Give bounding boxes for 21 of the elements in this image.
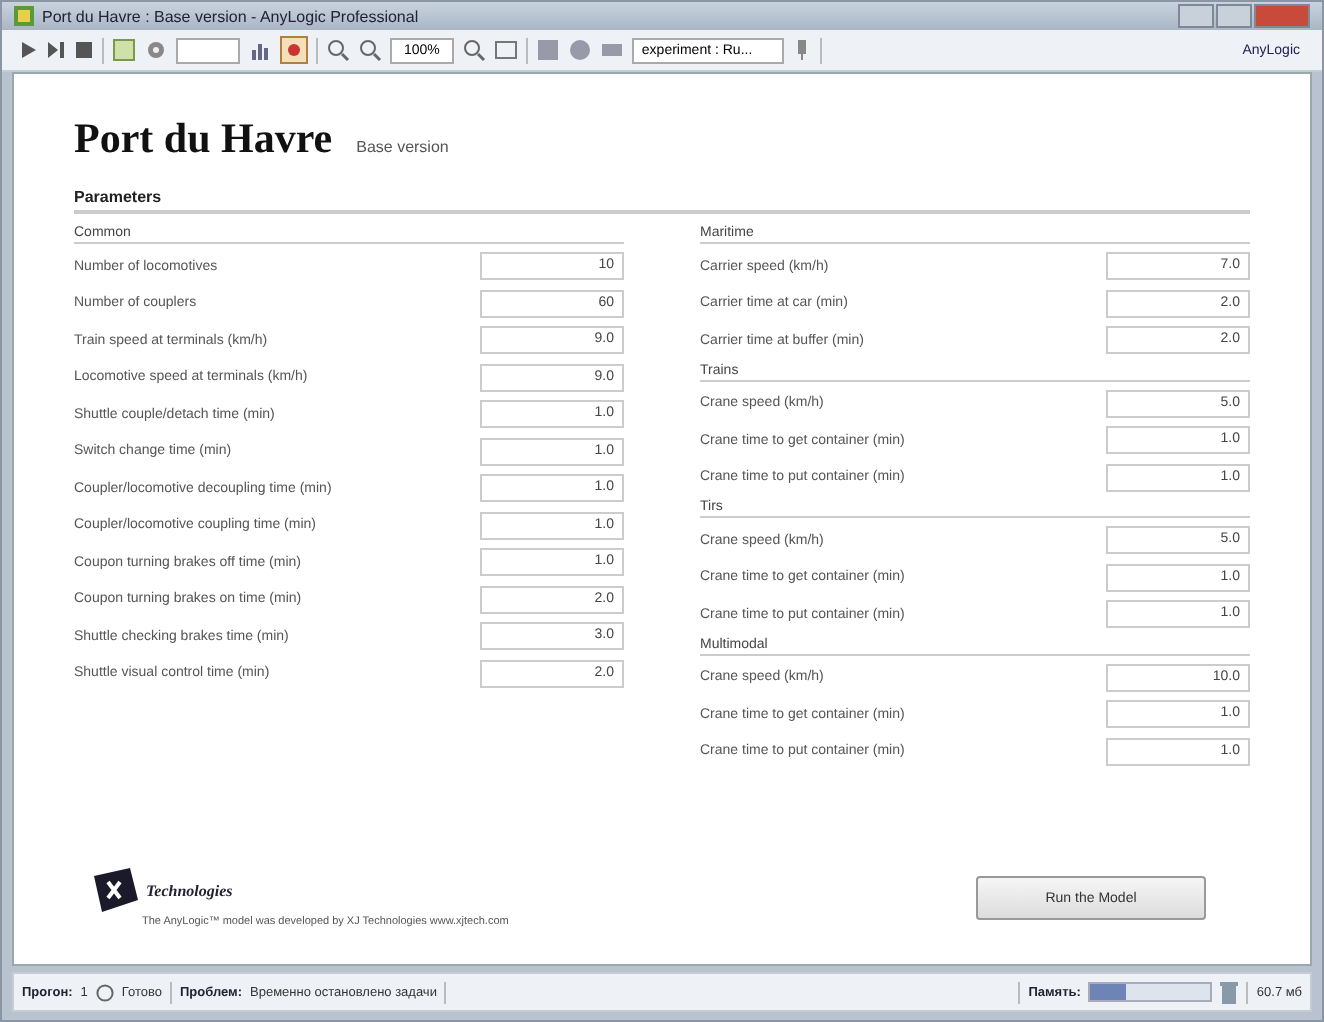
clock-icon [95,983,114,1001]
record-icon[interactable] [280,36,308,64]
app-icon [14,6,34,26]
step-icon[interactable] [46,40,66,60]
page-subtitle: Base version [356,138,449,156]
company-name: Technologies [146,881,233,899]
chart-icon[interactable] [248,38,272,62]
window-title: Port du Havre : Base version - AnyLogic Professional [42,7,419,25]
play-icon[interactable] [18,40,38,60]
page-title: Port du Havre [74,114,333,164]
section-heading: Parameters [74,188,1250,214]
window-icon[interactable] [493,38,518,62]
logo-icon [90,868,142,912]
minimize-button[interactable] [1178,4,1214,28]
maximize-button[interactable] [1216,4,1252,28]
zoom-out-icon[interactable] [358,38,382,62]
zoom-in-icon[interactable] [326,38,350,62]
zoom-fit-icon[interactable] [461,38,486,62]
stop-icon[interactable] [74,40,94,60]
trash-icon[interactable] [1220,981,1239,1003]
speed-field[interactable] [176,37,240,63]
